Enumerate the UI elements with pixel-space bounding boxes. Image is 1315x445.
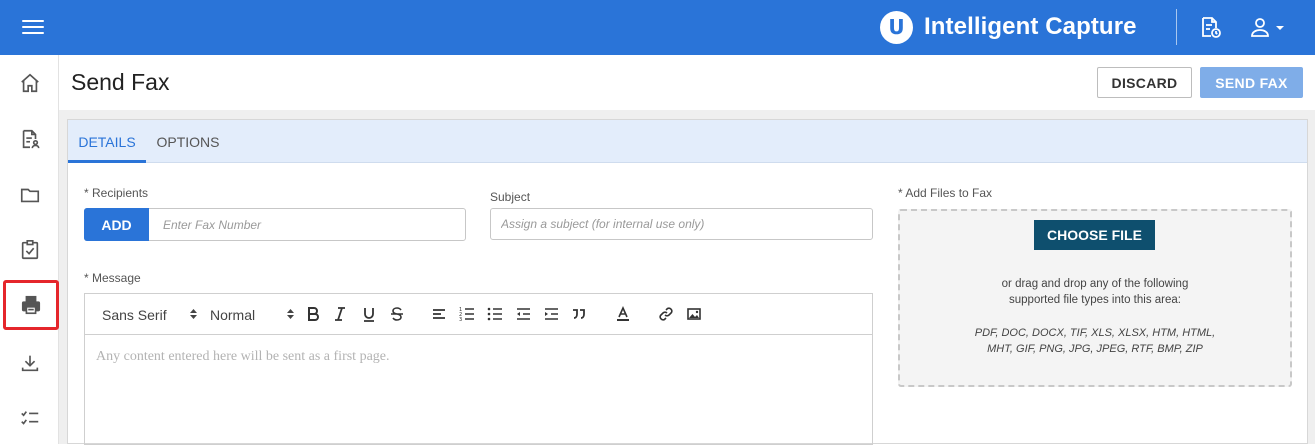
sidebar [0, 55, 59, 444]
subject-label: Subject [490, 190, 531, 204]
indent-icon[interactable] [542, 305, 560, 323]
drop-instructions-line1: or drag and drop any of the following [1001, 278, 1189, 290]
underline-icon[interactable] [360, 305, 378, 323]
link-icon[interactable] [657, 305, 675, 323]
brand-logo: U [880, 10, 913, 44]
select-arrows-icon [287, 309, 294, 319]
blockquote-icon[interactable] [570, 305, 588, 323]
sidebar-item-folder[interactable] [0, 170, 59, 220]
file-types-line2: MHT, GIF, PNG, JPG, JPEG, RTF, BMP, ZIP [987, 343, 1203, 355]
drop-instructions: or drag and drop any of the following su… [900, 276, 1290, 308]
sidebar-item-fax[interactable] [3, 280, 59, 330]
svg-text:3: 3 [459, 317, 462, 322]
text-color-icon[interactable] [614, 305, 632, 323]
fax-icon [21, 295, 41, 315]
message-editor: Sans Serif Normal 123 Any content entere… [84, 293, 873, 445]
add-files-label: * Add Files to Fax [898, 186, 993, 200]
recipients-group: ADD [84, 208, 466, 241]
top-divider [1176, 9, 1177, 45]
top-bar: U Intelligent Capture [0, 0, 1315, 55]
sidebar-item-documents[interactable] [0, 114, 59, 164]
tab-options[interactable]: OPTIONS [153, 120, 223, 163]
checklist-icon [20, 411, 38, 425]
tab-details[interactable]: DETAILS [68, 120, 146, 163]
outdent-icon[interactable] [514, 305, 532, 323]
subject-input[interactable] [490, 208, 873, 240]
drop-instructions-line2: supported file types into this area: [1009, 294, 1181, 306]
user-menu[interactable] [1248, 15, 1288, 39]
sidebar-item-checklist[interactable] [0, 393, 59, 443]
font-family-select[interactable]: Sans Serif [102, 294, 197, 335]
supported-file-types: PDF, DOC, DOCX, TIF, XLS, XLSX, HTM, HTM… [900, 325, 1290, 357]
editor-toolbar: Sans Serif Normal 123 [85, 294, 872, 335]
document-user-icon [22, 129, 40, 149]
send-fax-button[interactable]: SEND FAX [1200, 67, 1303, 98]
align-left-icon[interactable] [430, 305, 448, 323]
sidebar-item-home[interactable] [0, 58, 59, 108]
bold-icon[interactable] [304, 305, 322, 323]
message-body[interactable]: Any content entered here will be sent as… [85, 335, 872, 445]
page-title: Send Fax [71, 69, 170, 95]
strikethrough-icon[interactable] [388, 305, 406, 323]
download-icon [21, 355, 38, 372]
menu-icon[interactable] [22, 20, 44, 36]
discard-button[interactable]: DISCARD [1097, 67, 1192, 98]
choose-file-button[interactable]: CHOOSE FILE [1034, 220, 1155, 250]
bullet-list-icon[interactable] [486, 305, 504, 323]
sidebar-item-download[interactable] [0, 338, 59, 388]
font-size-value: Normal [210, 307, 256, 323]
message-label: * Message [84, 271, 141, 285]
file-types-line1: PDF, DOC, DOCX, TIF, XLS, XLSX, HTM, HTM… [974, 327, 1216, 339]
italic-icon[interactable] [331, 305, 349, 323]
folder-icon [20, 188, 39, 203]
send-fax-card: DETAILS OPTIONS * Recipients ADD Subject… [67, 119, 1308, 445]
home-icon [20, 73, 39, 93]
sidebar-item-tasks[interactable] [0, 225, 59, 275]
file-drop-zone[interactable]: CHOOSE FILE or drag and drop any of the … [898, 209, 1292, 387]
clipboard-check-icon [21, 240, 38, 260]
fax-number-input[interactable] [151, 209, 463, 240]
select-arrows-icon [190, 309, 197, 319]
add-recipient-button[interactable]: ADD [84, 208, 149, 241]
font-family-value: Sans Serif [102, 307, 167, 323]
font-size-select[interactable]: Normal [210, 294, 294, 335]
brand: U Intelligent Capture [880, 10, 1137, 44]
user-icon [1251, 18, 1269, 37]
ordered-list-icon[interactable]: 123 [458, 305, 476, 323]
caret-down-icon [1276, 26, 1284, 30]
document-clock-icon[interactable] [1198, 15, 1222, 39]
recipients-label: * Recipients [84, 186, 149, 200]
tab-bar: DETAILS OPTIONS [68, 120, 1307, 163]
brand-name: Intelligent Capture [924, 13, 1137, 40]
image-icon[interactable] [685, 305, 703, 323]
